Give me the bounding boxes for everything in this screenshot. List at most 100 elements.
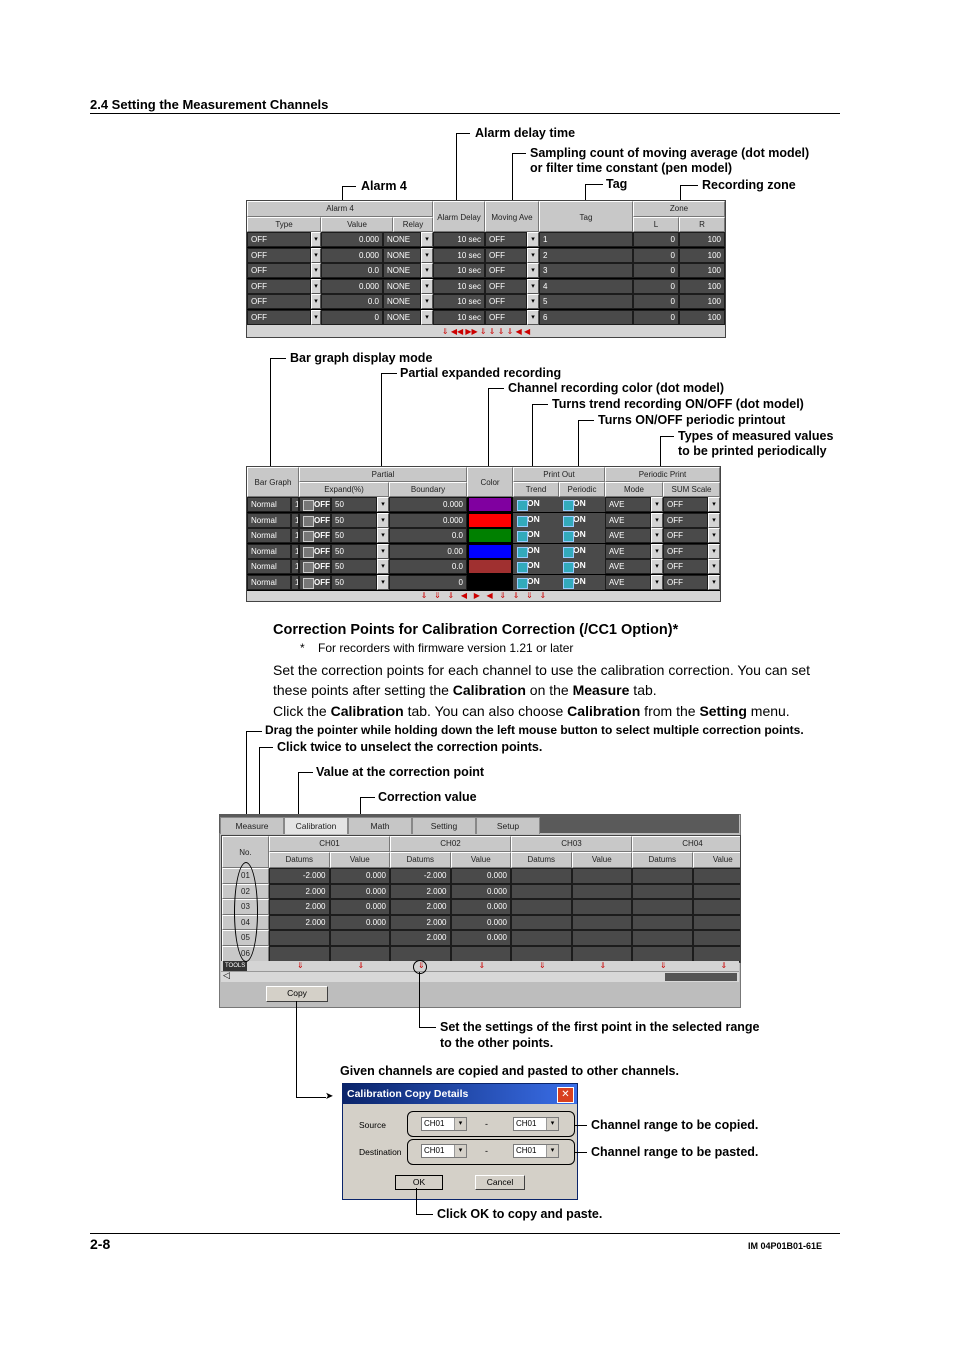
calibration-cell[interactable]: 2.000 <box>269 883 330 900</box>
tag-field[interactable]: 5 <box>539 294 633 309</box>
copy-button[interactable]: Copy <box>266 986 328 1002</box>
chevron-down-icon[interactable]: ▾ <box>708 543 720 559</box>
chevron-down-icon[interactable]: ▾ <box>651 512 663 528</box>
calibration-cell[interactable] <box>692 914 740 931</box>
bar-graph-select[interactable]: Normal <box>247 543 291 559</box>
fill-down-icon[interactable]: ⇓ <box>721 961 728 971</box>
calibration-cell[interactable] <box>571 914 632 931</box>
alarm-delay-field[interactable]: 10 sec <box>433 309 485 325</box>
calibration-cell[interactable] <box>632 868 693 884</box>
color-swatch[interactable] <box>469 560 511 574</box>
alarm-value-field[interactable]: 0.000 <box>321 232 383 247</box>
chevron-down-icon[interactable]: ▾ <box>377 512 389 528</box>
chevron-down-icon[interactable]: ▾ <box>708 512 720 528</box>
chevron-down-icon[interactable]: ▾ <box>377 575 389 590</box>
alarm-delay-field[interactable]: 10 sec <box>433 278 485 294</box>
bar-graph-select[interactable]: Normal <box>247 575 291 590</box>
ok-button[interactable]: OK <box>395 1175 443 1190</box>
tab-setup[interactable]: Setup <box>476 817 540 834</box>
calibration-cell[interactable] <box>269 946 330 962</box>
calibration-cell[interactable]: -2.000 <box>269 868 330 884</box>
calibration-cell[interactable]: 0.000 <box>329 868 390 884</box>
alarm-value-field[interactable]: 0.0 <box>321 294 383 309</box>
zone-right-field[interactable]: 100 <box>679 278 725 294</box>
alarm-value-field[interactable]: 0.0 <box>321 263 383 278</box>
tab-measure[interactable]: Measure <box>220 817 284 834</box>
mode-select[interactable]: AVE <box>605 559 651 575</box>
chevron-down-icon[interactable]: ▾ <box>527 294 539 309</box>
calibration-cell[interactable] <box>692 883 740 900</box>
alarm-type-select[interactable]: OFF <box>247 278 311 294</box>
tag-field[interactable]: 3 <box>539 263 633 278</box>
boundary-field[interactable]: 0.00 <box>389 543 467 559</box>
tag-field[interactable]: 6 <box>539 309 633 325</box>
fill-down-icon[interactable]: ⇓ <box>479 961 486 971</box>
tag-field[interactable]: 1 <box>539 232 633 247</box>
alarm-delay-field[interactable]: 10 sec <box>433 263 485 278</box>
chevron-down-icon[interactable]: ▾ <box>651 575 663 590</box>
calibration-cell[interactable]: 2.000 <box>269 899 330 915</box>
alarm-relay-select[interactable]: NONE <box>383 309 421 325</box>
fill-down-icon[interactable]: ⇓ <box>539 961 546 971</box>
calibration-cell[interactable]: -2.000 <box>390 868 451 884</box>
chevron-down-icon[interactable]: ▾ <box>421 309 433 325</box>
calibration-cell[interactable]: 0.000 <box>450 930 511 946</box>
color-swatch[interactable] <box>469 576 511 589</box>
calibration-cell[interactable] <box>632 914 693 931</box>
color-swatch[interactable] <box>469 513 511 527</box>
moving-ave-select[interactable]: OFF <box>485 309 527 325</box>
alarm-type-select[interactable]: OFF <box>247 294 311 309</box>
alarm-delay-field[interactable]: 10 sec <box>433 247 485 263</box>
column-tools-bar[interactable]: ⇓ ◀◀ ▶▶ ⇓ ⇓ ⇓ ⇓ ◀ ◀ <box>247 325 725 337</box>
boundary-field[interactable]: 0.000 <box>389 512 467 528</box>
calibration-cell[interactable]: 0.000 <box>450 914 511 931</box>
calibration-cell[interactable]: 2.000 <box>390 914 451 931</box>
calibration-cell[interactable] <box>571 946 632 962</box>
calibration-cell[interactable]: 0.000 <box>450 883 511 900</box>
chevron-down-icon[interactable]: ▾ <box>651 543 663 559</box>
chevron-down-icon[interactable]: ▾ <box>311 247 321 263</box>
chevron-down-icon[interactable]: ▾ <box>421 278 433 294</box>
chevron-down-icon[interactable]: ▾ <box>421 294 433 309</box>
fill-down-icon[interactable]: ⇓ <box>660 961 667 971</box>
chevron-down-icon[interactable]: ▾ <box>651 497 663 512</box>
calibration-cell[interactable] <box>571 899 632 915</box>
alarm-delay-field[interactable]: 10 sec <box>433 294 485 309</box>
chevron-down-icon[interactable]: ▾ <box>377 528 389 544</box>
sum-scale-select[interactable]: OFF <box>663 575 708 590</box>
calibration-cell[interactable] <box>329 946 390 962</box>
scroll-left-icon[interactable]: ◁ <box>223 970 230 981</box>
close-icon[interactable]: ✕ <box>557 1087 574 1103</box>
tab-math[interactable]: Math <box>348 817 412 834</box>
alarm-relay-select[interactable]: NONE <box>383 278 421 294</box>
calibration-cell[interactable] <box>511 883 572 900</box>
alarm-type-select[interactable]: OFF <box>247 263 311 278</box>
alarm-type-select[interactable]: OFF <box>247 247 311 263</box>
chevron-down-icon[interactable]: ▾ <box>377 543 389 559</box>
calibration-cell[interactable]: 0.000 <box>450 868 511 884</box>
alarm-value-field[interactable]: 0.000 <box>321 278 383 294</box>
bar-graph-select[interactable]: Normal <box>247 559 291 575</box>
color-swatch[interactable] <box>469 498 511 511</box>
fill-down-icon[interactable]: ⇓ <box>600 961 607 971</box>
sum-scale-select[interactable]: OFF <box>663 512 708 528</box>
calibration-cell[interactable]: 0.000 <box>329 899 390 915</box>
calibration-cell[interactable] <box>692 899 740 915</box>
boundary-field[interactable]: 0.0 <box>389 559 467 575</box>
calibration-cell[interactable] <box>692 946 740 962</box>
expand-select[interactable]: 50 <box>331 512 377 528</box>
calibration-cell[interactable] <box>329 930 390 946</box>
calibration-cell[interactable]: 2.000 <box>390 883 451 900</box>
boundary-field[interactable]: 0 <box>389 575 467 590</box>
chevron-down-icon[interactable]: ▾ <box>651 559 663 575</box>
alarm-type-select[interactable]: OFF <box>247 232 311 247</box>
color-swatch[interactable] <box>469 544 511 558</box>
sum-scale-select[interactable]: OFF <box>663 528 708 544</box>
chevron-down-icon[interactable]: ▾ <box>527 263 539 278</box>
calibration-cell[interactable]: 0.000 <box>329 914 390 931</box>
expand-select[interactable]: 50 <box>331 575 377 590</box>
zone-right-field[interactable]: 100 <box>679 263 725 278</box>
sum-scale-select[interactable]: OFF <box>663 559 708 575</box>
calibration-cell[interactable]: 0.000 <box>329 883 390 900</box>
tag-field[interactable]: 4 <box>539 278 633 294</box>
